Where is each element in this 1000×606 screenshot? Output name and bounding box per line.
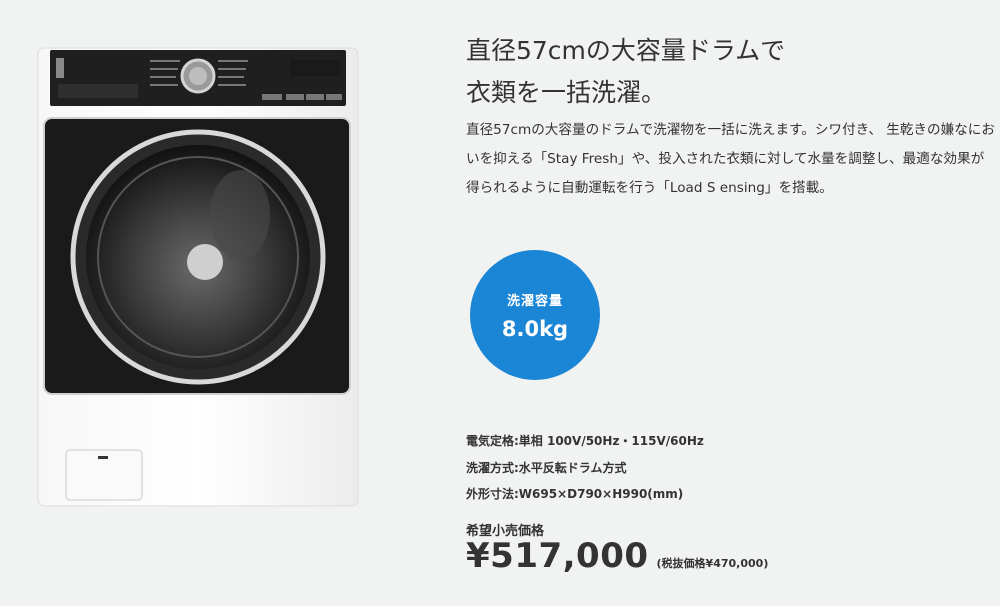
spec-dimensions: 外形寸法:W695×D790×H990(mm): [466, 487, 684, 501]
price-tax-note: (税抜価格¥470,000): [656, 557, 769, 570]
spec-power-rating: 電気定格:単相 100V/50Hz・115V/60Hz: [466, 434, 704, 448]
washing-machine-image: [37, 47, 359, 507]
spec-wash-method: 洗濯方式:水平反転ドラム方式: [466, 460, 627, 475]
headline-line-2: 衣類を一括洗濯。: [466, 78, 667, 107]
price-row: ¥517,000 (税抜価格¥470,000): [466, 536, 768, 576]
headline-line-1: 直径57cmの大容量ドラムで: [466, 36, 786, 65]
capacity-label: 洗濯容量: [506, 293, 563, 309]
capacity-badge: 洗濯容量 8.0kg: [470, 250, 600, 380]
headline: 直径57cmの大容量ドラムで 衣類を一括洗濯。: [466, 30, 986, 114]
price-value: ¥517,000: [466, 536, 649, 576]
product-description: 直径57cmの大容量のドラムで洗濯物を一括に洗えます。シワ付き、 生乾きの嫌なに…: [466, 122, 995, 196]
spec-list: 電気定格:単相 100V/50Hz・115V/60Hz 洗濯方式:水平反転ドラム…: [466, 428, 704, 508]
capacity-value: 8.0kg: [501, 316, 569, 341]
